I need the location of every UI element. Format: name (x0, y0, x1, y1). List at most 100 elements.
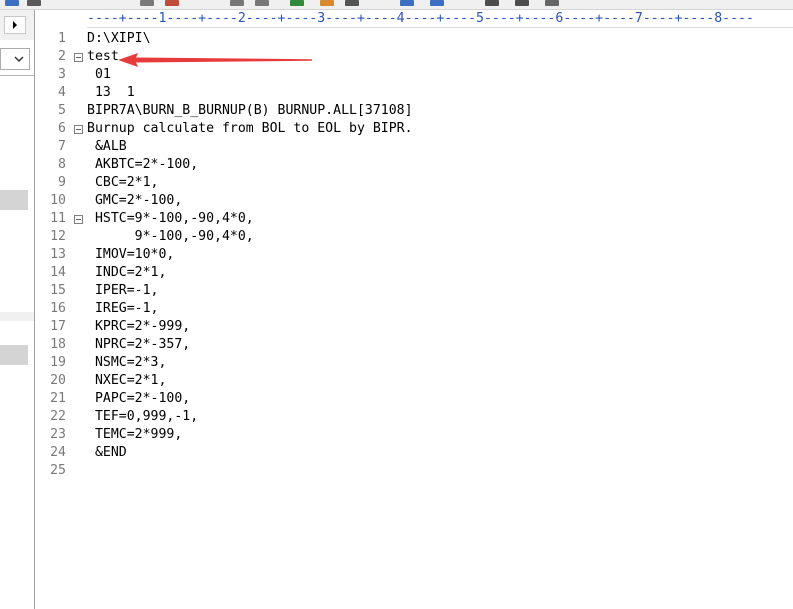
line-text: PAPC=2*-100, (87, 391, 191, 406)
list-item-selected[interactable] (0, 345, 28, 365)
line-text: D:\XIPI\ (87, 31, 151, 46)
code-line[interactable]: 3 01 (36, 66, 793, 84)
open-icon[interactable] (5, 0, 19, 6)
line-number: 19 (50, 355, 66, 370)
line-number: 2 (58, 49, 66, 64)
line-number: 10 (50, 193, 66, 208)
hex-icon[interactable] (485, 0, 499, 6)
code-line[interactable]: 12 9*-100,-90,4*0, (36, 228, 793, 246)
left-panel-header (0, 10, 34, 40)
code-editor[interactable]: 1 D:\XIPI\ 2 test 3 01 4 13 1 5 BIPR7A\BURN_B_B… (36, 30, 793, 609)
fold-collapse-icon[interactable] (74, 125, 83, 134)
undo-icon[interactable] (230, 0, 244, 6)
code-line[interactable]: 9 CBC=2*1, (36, 174, 793, 192)
line-text: 13 1 (87, 85, 135, 100)
line-text: CBC=2*1, (87, 175, 159, 190)
code-line[interactable]: 14 INDC=2*1, (36, 264, 793, 282)
column-ruler: ----+----1----+----2----+----3----+----4… (87, 11, 793, 28)
fold-collapse-icon[interactable] (74, 215, 83, 224)
line-number: 12 (50, 229, 66, 244)
panel-divider (0, 75, 34, 76)
line-text: &END (87, 445, 127, 460)
panel-splitter[interactable] (0, 312, 34, 321)
fold-collapse-icon[interactable] (74, 53, 83, 62)
line-number: 21 (50, 391, 66, 406)
line-text: &ALB (87, 139, 127, 154)
find-icon[interactable] (320, 0, 334, 6)
line-text: IREG=-1, (87, 301, 159, 316)
column-icon[interactable] (515, 0, 529, 6)
line-text: TEMC=2*999, (87, 427, 183, 442)
line-number: 8 (58, 157, 66, 172)
code-line[interactable]: 20 NXEC=2*1, (36, 372, 793, 390)
line-text: GMC=2*-100, (87, 193, 183, 208)
code-line[interactable]: 13 IMOV=10*0, (36, 246, 793, 264)
code-line[interactable]: 23 TEMC=2*999, (36, 426, 793, 444)
line-text: INDC=2*1, (87, 265, 167, 280)
line-text: 01 (87, 67, 111, 82)
zoom-icon[interactable] (400, 0, 414, 6)
run-icon[interactable] (290, 0, 304, 6)
line-number: 23 (50, 427, 66, 442)
code-line[interactable]: 24 &END (36, 444, 793, 462)
line-number: 16 (50, 301, 66, 316)
line-text: TEF=0,999,-1, (87, 409, 199, 424)
code-line[interactable]: 2 test (36, 48, 793, 66)
line-number: 1 (58, 31, 66, 46)
code-line[interactable]: 7 &ALB (36, 138, 793, 156)
line-number: 9 (58, 175, 66, 190)
line-text: HSTC=9*-100,-90,4*0, (87, 211, 254, 226)
code-line[interactable]: 1 D:\XIPI\ (36, 30, 793, 48)
line-number: 20 (50, 373, 66, 388)
line-text: KPRC=2*-999, (87, 319, 191, 334)
code-line[interactable]: 4 13 1 (36, 84, 793, 102)
panel-dropdown[interactable] (0, 48, 30, 70)
line-text: Burnup calculate from BOL to EOL by BIPR… (87, 121, 413, 136)
code-line[interactable]: 11 HSTC=9*-100,-90,4*0, (36, 210, 793, 228)
line-number: 14 (50, 265, 66, 280)
wordwrap-icon[interactable] (430, 0, 444, 6)
code-line[interactable]: 21 PAPC=2*-100, (36, 390, 793, 408)
chevron-right-icon (13, 21, 17, 29)
left-panel (0, 10, 35, 609)
line-text: BIPR7A\BURN_B_BURNUP(B) BURNUP.ALL[37108… (87, 103, 413, 118)
code-line[interactable]: 15 IPER=-1, (36, 282, 793, 300)
line-text: IMOV=10*0, (87, 247, 175, 262)
panel-nav-button[interactable] (4, 16, 26, 34)
code-line[interactable]: 18 NPRC=2*-357, (36, 336, 793, 354)
cut-icon[interactable] (165, 0, 179, 6)
toolbar (0, 0, 793, 10)
code-line[interactable]: 16 IREG=-1, (36, 300, 793, 318)
code-line[interactable]: 10 GMC=2*-100, (36, 192, 793, 210)
line-text: IPER=-1, (87, 283, 159, 298)
code-line[interactable]: 8 AKBTC=2*-100, (36, 156, 793, 174)
line-number: 24 (50, 445, 66, 460)
line-number: 7 (58, 139, 66, 154)
print-icon[interactable] (140, 0, 154, 6)
list-item-selected[interactable] (0, 190, 28, 210)
line-text: AKBTC=2*-100, (87, 157, 199, 172)
code-line[interactable]: 19 NSMC=2*3, (36, 354, 793, 372)
line-number: 4 (58, 85, 66, 100)
settings-icon[interactable] (545, 0, 559, 6)
line-number: 13 (50, 247, 66, 262)
line-number: 22 (50, 409, 66, 424)
line-text: NPRC=2*-357, (87, 337, 191, 352)
redo-icon[interactable] (255, 0, 269, 6)
line-number: 25 (50, 463, 66, 478)
line-number: 15 (50, 283, 66, 298)
replace-icon[interactable] (345, 0, 359, 6)
line-number: 3 (58, 67, 66, 82)
line-number: 18 (50, 337, 66, 352)
line-number: 17 (50, 319, 66, 334)
line-text: NXEC=2*1, (87, 373, 167, 388)
code-line[interactable]: 17 KPRC=2*-999, (36, 318, 793, 336)
code-line[interactable]: 5 BIPR7A\BURN_B_BURNUP(B) BURNUP.ALL[3710… (36, 102, 793, 120)
line-number: 6 (58, 121, 66, 136)
code-line[interactable]: 25 (36, 462, 793, 480)
line-text: 9*-100,-90,4*0, (87, 229, 254, 244)
code-line[interactable]: 22 TEF=0,999,-1, (36, 408, 793, 426)
chevron-down-icon (14, 56, 24, 63)
code-line[interactable]: 6 Burnup calculate from BOL to EOL by BIP… (36, 120, 793, 138)
save-icon[interactable] (27, 0, 41, 6)
